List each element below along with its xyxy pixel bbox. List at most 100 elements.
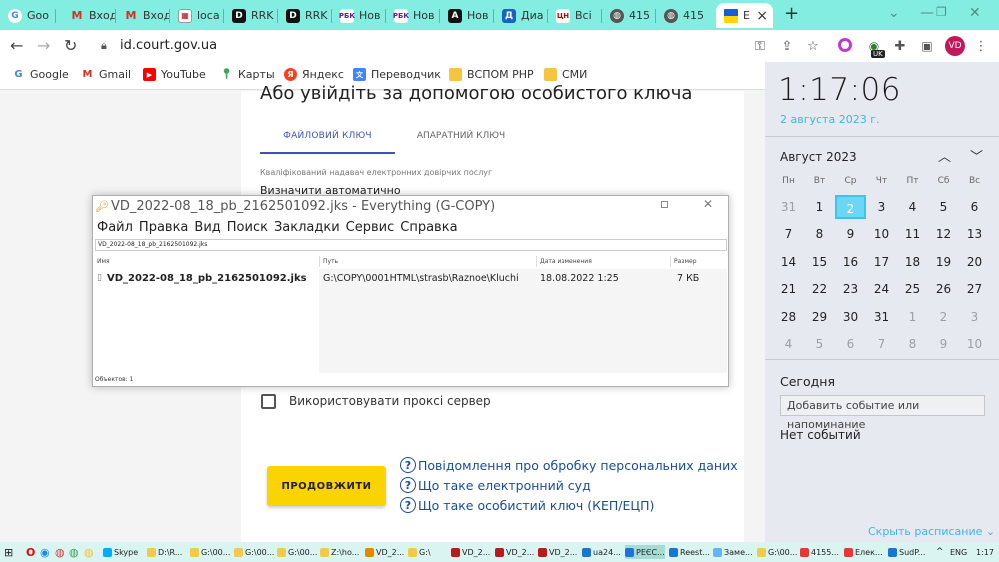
browser-tab[interactable]: D RRK xyxy=(224,3,278,28)
calendar-day[interactable]: 8 xyxy=(804,222,835,246)
calendar-day[interactable]: 23 xyxy=(835,277,866,301)
table-row[interactable]: ▯ VD_2022-08_18_pb_2162501092.jks G:\COP… xyxy=(95,272,727,286)
avatar[interactable]: VD xyxy=(945,36,965,56)
calendar-day[interactable]: 26 xyxy=(928,277,959,301)
menu-bookmarks[interactable]: Закладки xyxy=(274,220,340,235)
calendar-day[interactable]: 6 xyxy=(835,332,866,356)
proxy-checkbox[interactable] xyxy=(261,394,276,409)
column-path[interactable]: Путь xyxy=(323,258,338,265)
maximize-icon[interactable] xyxy=(661,201,668,208)
calendar-day[interactable]: 27 xyxy=(959,277,990,301)
bookmark-folder-vspom[interactable]: ВСПОМ РНР xyxy=(449,68,534,81)
language-indicator[interactable]: ENG xyxy=(950,545,967,559)
bookmark-gmail[interactable]: M Gmail xyxy=(81,68,132,81)
close-icon[interactable]: ✕ xyxy=(703,197,713,211)
search-input[interactable]: VD_2022-08_18_pb_2162501092.jks xyxy=(95,239,727,251)
sidepanel-icon[interactable]: ▣ xyxy=(919,38,935,54)
calendar-day[interactable]: 6 xyxy=(959,195,990,219)
chrome-icon[interactable]: ◍ xyxy=(69,545,79,559)
calendar-day[interactable]: 15 xyxy=(804,250,835,274)
month-label[interactable]: Август 2023 xyxy=(780,150,857,164)
menu-help[interactable]: Справка xyxy=(400,220,457,235)
taskbar-item[interactable]: VD_2... xyxy=(451,545,490,559)
browser-tab[interactable]: D RRK xyxy=(278,3,332,28)
calendar-day[interactable]: 22 xyxy=(804,277,835,301)
calendar-day[interactable]: 30 xyxy=(835,305,866,329)
lock-icon[interactable]: 🔒︎ xyxy=(101,39,107,53)
toggle-schedule-link[interactable]: Скрыть расписание ⌄ xyxy=(868,525,995,538)
share-icon[interactable]: ⇪ xyxy=(779,38,795,54)
next-month-icon[interactable]: ﹀ xyxy=(970,146,983,165)
menu-view[interactable]: Вид xyxy=(194,220,220,235)
clock-date[interactable]: 2 августа 2023 г. xyxy=(780,113,879,126)
calendar-day[interactable]: 19 xyxy=(928,250,959,274)
chrome-icon[interactable]: ◍ xyxy=(55,545,65,559)
taskbar-item[interactable]: VD_2... xyxy=(365,545,404,559)
taskbar-item[interactable]: 4155... xyxy=(800,545,839,559)
browser-tab[interactable]: ◍ 415 xyxy=(602,3,656,28)
browser-tab-active[interactable]: Е × xyxy=(716,3,773,28)
calendar-day[interactable]: 13 xyxy=(959,222,990,246)
calendar-day[interactable]: 25 xyxy=(897,277,928,301)
address-bar[interactable]: id.court.gov.ua xyxy=(120,38,217,53)
taskbar-item[interactable]: Reest... xyxy=(669,545,710,559)
calendar-day[interactable]: 17 xyxy=(866,250,897,274)
calendar-day[interactable]: 31 xyxy=(773,195,804,219)
minimize-icon[interactable]: — xyxy=(920,5,934,21)
column-name[interactable]: Имя xyxy=(97,258,110,265)
new-tab-icon[interactable]: + xyxy=(784,3,799,24)
browser-icon[interactable]: ◉ xyxy=(40,545,50,559)
column-size[interactable]: Размер xyxy=(674,258,697,265)
calendar-day[interactable]: 16 xyxy=(835,250,866,274)
opera-icon[interactable]: O xyxy=(26,545,35,559)
forward-icon[interactable]: → xyxy=(37,36,50,55)
taskbar-item[interactable]: G:\00... xyxy=(190,545,230,559)
tab-hardware-key[interactable]: АПАРАТНИЙ КЛЮЧ xyxy=(406,125,516,147)
browser-tab[interactable]: Д Диа xyxy=(494,3,548,28)
calendar-day[interactable]: 20 xyxy=(959,250,990,274)
calendar-day[interactable]: 5 xyxy=(928,195,959,219)
calendar-day[interactable]: 1 xyxy=(897,305,928,329)
menu-search[interactable]: Поиск xyxy=(227,220,268,235)
bookmark-youtube[interactable]: ▶ YouTube xyxy=(143,68,206,81)
browser-tab[interactable]: РБК Нов xyxy=(332,3,386,28)
bookmark-star-icon[interactable]: ☆ xyxy=(805,38,821,54)
maximize-icon[interactable]: ❐ xyxy=(936,5,947,19)
calendar-day[interactable]: 10 xyxy=(959,332,990,356)
browser-tab[interactable]: ▦ loca xyxy=(170,3,224,28)
calendar-day[interactable]: 9 xyxy=(835,222,866,246)
browser-tab[interactable]: ◍ 415 xyxy=(656,3,712,28)
calendar-day[interactable]: 4 xyxy=(897,195,928,219)
menu-tools[interactable]: Сервис xyxy=(346,220,395,235)
taskbar-item[interactable]: D:\R... xyxy=(147,545,182,559)
calendar-day[interactable]: 3 xyxy=(866,195,897,219)
link-personal-key[interactable]: ? Що таке особистий ключ (КЕП/ЕЦП) xyxy=(400,497,654,513)
browser-tab[interactable]: M Вход xyxy=(116,3,170,28)
color-extension-icon[interactable] xyxy=(838,38,852,52)
calendar-day[interactable]: 2 xyxy=(928,305,959,329)
bookmark-maps[interactable]: 📍︎ Карты xyxy=(220,68,275,81)
calendar-day[interactable]: 1 xyxy=(804,195,835,219)
column-modified[interactable]: Дата изменения xyxy=(540,258,592,265)
bookmark-yandex[interactable]: Я Яндекс xyxy=(284,68,344,81)
reload-icon[interactable]: ↻ xyxy=(64,36,77,55)
calendar-day-today[interactable]: 2 xyxy=(835,195,866,219)
taskbar-item[interactable]: G:\00... xyxy=(234,545,274,559)
taskbar-item[interactable]: G:\ xyxy=(408,545,431,559)
menu-file[interactable]: Файл xyxy=(97,220,133,235)
calendar-day[interactable]: 3 xyxy=(959,305,990,329)
calendar-day[interactable]: 14 xyxy=(773,250,804,274)
taskbar-item[interactable]: Skype xyxy=(103,545,138,559)
bookmark-folder-smi[interactable]: СМИ xyxy=(544,68,587,81)
taskbar-clock[interactable]: 1:17 xyxy=(976,545,994,559)
link-e-court[interactable]: ? Що таке електронний суд xyxy=(400,477,591,493)
taskbar-item[interactable]: Заме... xyxy=(713,545,753,559)
back-icon[interactable]: ← xyxy=(10,36,23,55)
taskbar-item[interactable]: VD_2... xyxy=(495,545,534,559)
taskbar-item[interactable]: SudP... xyxy=(888,545,925,559)
calendar-day[interactable]: 7 xyxy=(866,332,897,356)
calendar-day[interactable]: 7 xyxy=(773,222,804,246)
prev-month-icon[interactable]: ︿ xyxy=(938,146,951,165)
browser-tab[interactable]: A Нов xyxy=(440,3,494,28)
tray-up-icon[interactable]: ^ xyxy=(936,545,944,559)
